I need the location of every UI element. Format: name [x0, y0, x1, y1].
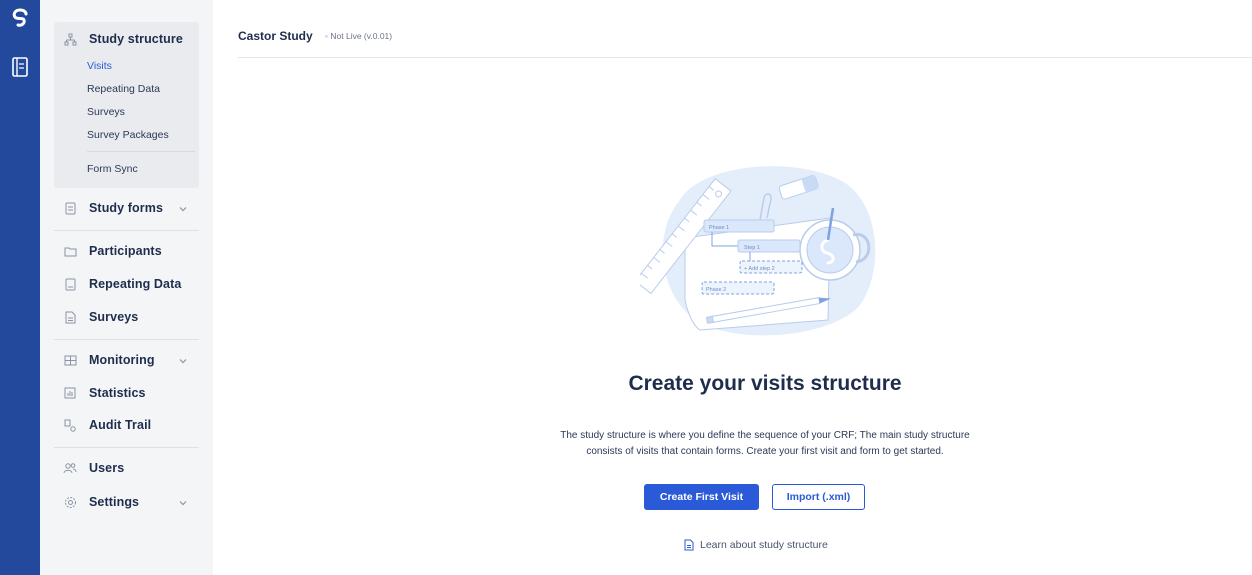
- learn-link[interactable]: Learn about study structure: [684, 539, 828, 551]
- chevron-down-icon[interactable]: [178, 356, 188, 366]
- sub-item-visits[interactable]: Visits: [87, 60, 112, 72]
- step1-label: Step 1: [744, 245, 760, 251]
- nav-label: Settings: [89, 495, 140, 509]
- nav-repeating-data[interactable]: Repeating Data: [63, 274, 181, 294]
- divider: [54, 230, 199, 231]
- gear-icon: [63, 495, 77, 509]
- nav-participants[interactable]: Participants: [63, 241, 162, 261]
- app-rail: [0, 0, 40, 575]
- divider: [54, 447, 199, 448]
- nav-label: Repeating Data: [89, 277, 182, 291]
- sub-divider: [87, 151, 195, 152]
- chevron-down-icon[interactable]: [178, 204, 188, 214]
- nav-statistics[interactable]: Statistics: [63, 383, 146, 403]
- book-icon[interactable]: [11, 56, 29, 78]
- page-heading: Create your visits structure: [628, 372, 902, 395]
- sub-item-repeating-data[interactable]: Repeating Data: [87, 83, 160, 95]
- header-divider: [238, 57, 1252, 58]
- description-line: consists of visits that contain forms. C…: [586, 446, 944, 457]
- learn-link-label[interactable]: Learn about study structure: [700, 539, 828, 551]
- form-icon: [63, 277, 77, 291]
- audit-icon: [63, 418, 77, 432]
- sub-item-surveys[interactable]: Surveys: [87, 106, 125, 118]
- nav-audit-trail[interactable]: Audit Trail: [63, 415, 151, 435]
- nav-label: Surveys: [89, 310, 139, 324]
- status-text: Not Live (v.0.01): [330, 31, 393, 41]
- form-icon: [63, 201, 77, 215]
- sub-item-survey-packages[interactable]: Survey Packages: [87, 129, 169, 141]
- visits-illustration: Phase 1 Step 1 + Add step 2 Phase 2: [640, 166, 876, 336]
- nav-label: Study forms: [89, 201, 164, 215]
- bar-chart-icon: [63, 386, 77, 400]
- nav-label: Audit Trail: [89, 418, 152, 432]
- nav-monitoring[interactable]: Monitoring: [63, 350, 155, 370]
- nav-study-forms[interactable]: Study forms: [63, 198, 163, 218]
- add-step2-label: + Add step 2: [744, 266, 775, 272]
- hierarchy-icon: [63, 32, 77, 46]
- nav-label: Monitoring: [89, 353, 155, 367]
- create-first-visit-button[interactable]: Create First Visit: [644, 484, 759, 510]
- description-line: The study structure is where you define …: [560, 430, 970, 441]
- study-title: Castor Study: [238, 29, 313, 43]
- study-status: ◦ Not Live (v.0.01): [325, 31, 393, 41]
- sub-item-form-sync[interactable]: Form Sync: [87, 163, 138, 175]
- nav-users[interactable]: Users: [63, 458, 124, 478]
- phase1-label: Phase 1: [709, 225, 729, 231]
- document-icon: [63, 310, 77, 324]
- phase2-label: Phase 2: [706, 287, 726, 293]
- folder-icon: [63, 244, 77, 258]
- sidebar: Study structure Visits Repeating Data Su…: [40, 0, 213, 575]
- doc-link-icon: [684, 539, 694, 551]
- nav-surveys[interactable]: Surveys: [63, 307, 138, 327]
- nav-settings[interactable]: Settings: [63, 492, 139, 512]
- nav-study-structure[interactable]: Study structure: [63, 29, 183, 49]
- nav-label: Statistics: [89, 386, 146, 400]
- nav-label: Study structure: [89, 32, 183, 46]
- castor-logo-icon[interactable]: [10, 8, 30, 28]
- nav-label: Users: [89, 461, 125, 475]
- divider: [54, 339, 199, 340]
- users-icon: [63, 461, 77, 475]
- monitor-icon: [63, 353, 77, 367]
- nav-label: Participants: [89, 244, 162, 258]
- chevron-down-icon[interactable]: [178, 498, 188, 508]
- page-description: The study structure is where you define …: [520, 428, 1010, 460]
- import-xml-button[interactable]: Import (.xml): [772, 484, 865, 510]
